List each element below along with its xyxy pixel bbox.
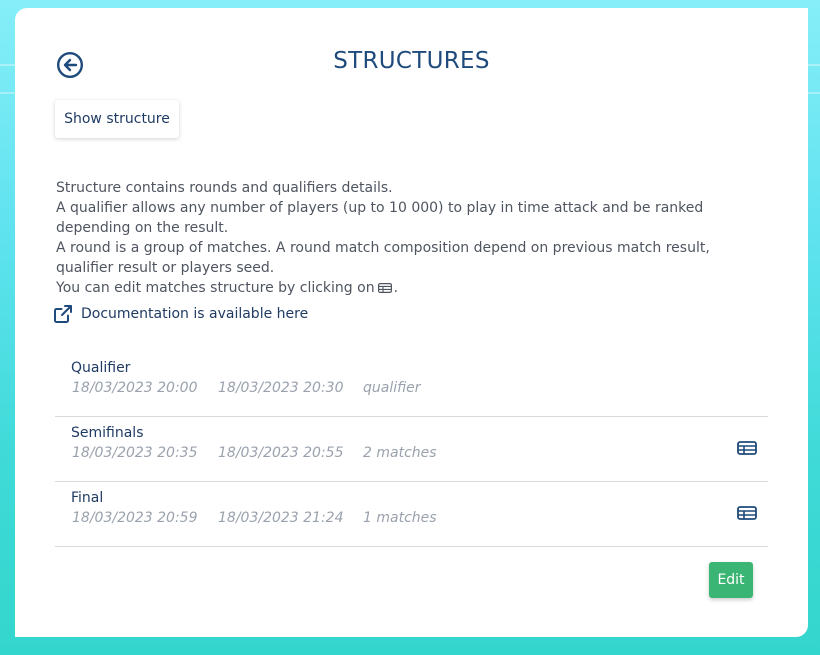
edit-matches-structure-button[interactable] [736,439,758,457]
round-end-time: 18/03/2023 20:55 [218,445,344,461]
table-icon [737,506,757,520]
description-line: Structure contains rounds and qualifiers… [56,180,393,196]
documentation-link[interactable]: Documentation is available here [53,304,308,324]
rounds-list: Qualifier 18/03/2023 20:00 18/03/2023 20… [55,352,768,547]
edit-button[interactable]: Edit [709,562,753,598]
documentation-link-label: Documentation is available here [81,306,309,322]
description-line: A round is a group of matches. A round m… [56,240,710,276]
page-title: STRUCTURES [333,48,490,74]
round-info: qualifier [363,380,421,396]
round-start-time: 18/03/2023 20:35 [72,445,198,461]
description-line: A qualifier allows any number of players… [56,200,704,236]
round-start-time: 18/03/2023 20:59 [72,510,198,526]
show-structure-button[interactable]: Show structure [55,100,179,138]
round-start-time: 18/03/2023 20:00 [72,380,198,396]
round-info: 1 matches [363,510,437,526]
round-row-final: Final 18/03/2023 20:59 18/03/2023 21:24 … [55,482,768,547]
round-end-time: 18/03/2023 21:24 [218,510,344,526]
round-row-semifinals: Semifinals 18/03/2023 20:35 18/03/2023 2… [55,417,768,482]
table-icon [377,279,392,299]
table-icon [737,441,757,455]
round-end-time: 18/03/2023 20:30 [218,380,344,396]
round-name: Qualifier [71,360,131,376]
description-line: You can edit matches structure by clicki… [56,278,756,299]
structure-description: Structure contains rounds and qualifiers… [56,178,756,299]
round-name: Final [71,490,104,506]
round-name: Semifinals [71,425,144,441]
round-row-qualifier: Qualifier 18/03/2023 20:00 18/03/2023 20… [55,352,768,417]
external-link-icon [53,304,73,324]
edit-matches-structure-button[interactable] [736,504,758,522]
round-info: 2 matches [363,445,437,461]
structures-panel: STRUCTURES Show structure Structure cont… [15,8,808,637]
